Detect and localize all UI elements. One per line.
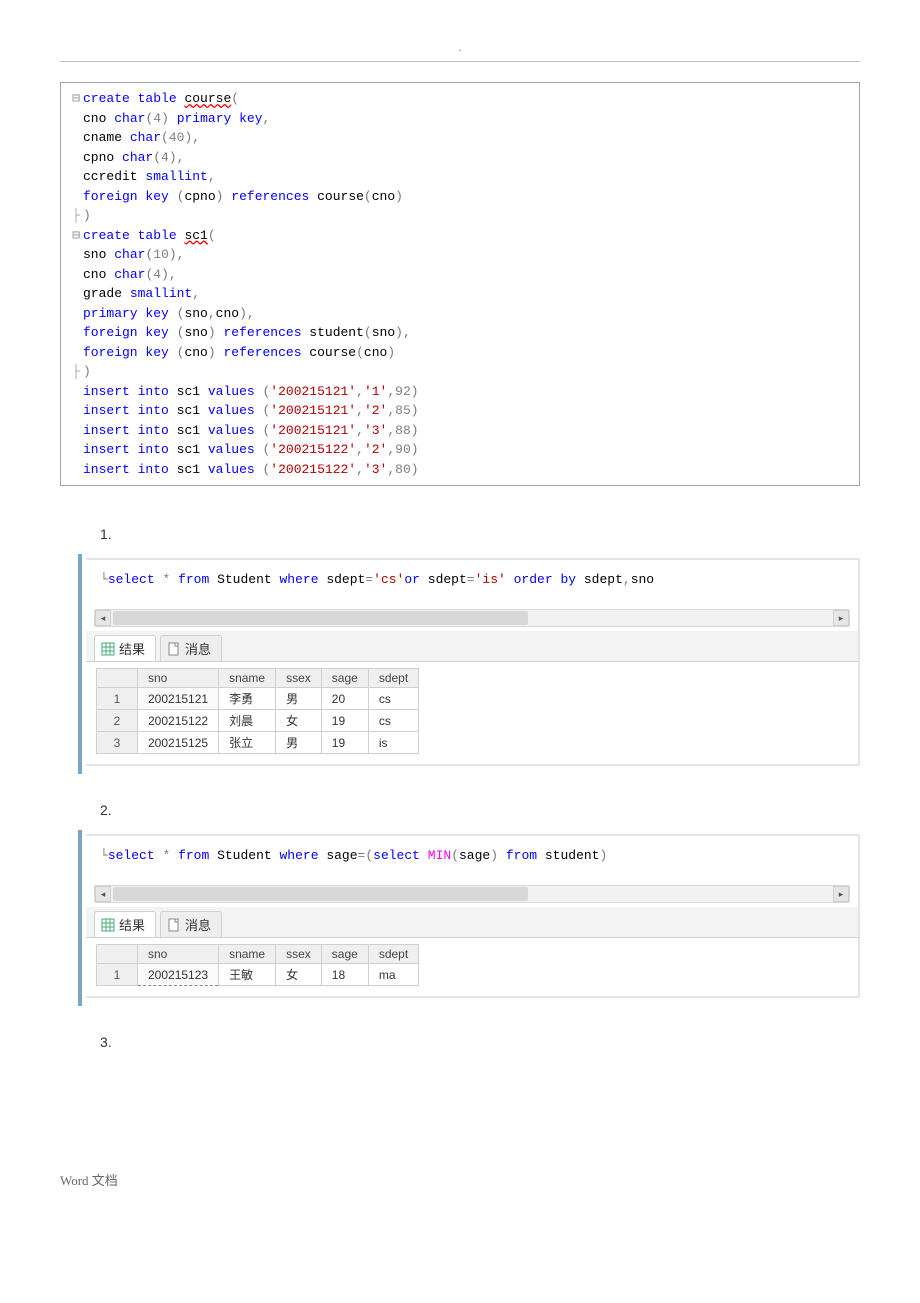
grid-cell[interactable]: 200215123 (138, 964, 219, 986)
grid-column-header[interactable]: sno (138, 669, 219, 688)
tab-results-label: 结果 (119, 639, 145, 658)
grid-cell[interactable]: 张立 (219, 732, 276, 754)
grid-corner (97, 669, 138, 688)
grid-cell[interactable]: 200215122 (138, 710, 219, 732)
grid-cell[interactable]: 18 (321, 964, 368, 986)
tab-messages-label: 消息 (185, 639, 211, 658)
section-label: 1. (100, 526, 860, 542)
grid-cell[interactable]: 女 (276, 710, 322, 732)
sql-editor-lines: ⊟create table course(cno char(4) primary… (69, 89, 851, 479)
horizontal-scrollbar[interactable]: ◂▸ (94, 885, 850, 903)
page-rule (60, 61, 860, 62)
grid-column-header[interactable]: ssex (276, 945, 322, 964)
row-number: 1 (97, 964, 138, 986)
grid-cell[interactable]: 20 (321, 688, 368, 710)
grid-cell[interactable]: 李勇 (219, 688, 276, 710)
grid-column-header[interactable]: sname (219, 945, 276, 964)
scroll-left-icon[interactable]: ◂ (95, 610, 111, 626)
tab-results[interactable]: 结果 (94, 635, 156, 661)
grid-cell[interactable]: 200215125 (138, 732, 219, 754)
grid-column-header[interactable]: sdept (368, 669, 418, 688)
grid-cell[interactable]: 男 (276, 688, 322, 710)
table-row[interactable]: 3200215125张立男19is (97, 732, 419, 754)
query-text: └select * from Student where sage=(selec… (86, 836, 858, 885)
grid-cell[interactable]: cs (368, 710, 418, 732)
table-row[interactable]: 1200215123王敏女18ma (97, 964, 419, 986)
grid-column-header[interactable]: sno (138, 945, 219, 964)
page-footer: Word 文档 (60, 1170, 860, 1189)
grid-cell[interactable]: ma (368, 964, 418, 986)
grid-cell[interactable]: 男 (276, 732, 322, 754)
row-number: 3 (97, 732, 138, 754)
scroll-right-icon[interactable]: ▸ (833, 886, 849, 902)
section-label-3: 3. (100, 1034, 860, 1050)
grid-icon (101, 642, 115, 656)
grid-cell[interactable]: 19 (321, 732, 368, 754)
tab-messages[interactable]: 消息 (160, 635, 222, 661)
grid-cell[interactable]: 女 (276, 964, 322, 986)
grid-column-header[interactable]: sdept (368, 945, 418, 964)
results-grid: snosnamessexsagesdept1200215123王敏女18ma (96, 944, 419, 986)
fold-gutter-icon: ├ (69, 206, 83, 226)
grid-column-header[interactable]: ssex (276, 669, 322, 688)
scroll-thumb[interactable] (113, 887, 528, 901)
horizontal-scrollbar[interactable]: ◂▸ (94, 609, 850, 627)
grid-cell[interactable]: cs (368, 688, 418, 710)
grid-column-header[interactable]: sage (321, 945, 368, 964)
fold-gutter-icon: ├ (69, 362, 83, 382)
scroll-thumb[interactable] (113, 611, 528, 625)
grid-cell[interactable]: 王敏 (219, 964, 276, 986)
fold-gutter-icon: ⊟ (69, 226, 83, 246)
query-text: └select * from Student where sdept='cs'o… (86, 560, 858, 609)
tab-results[interactable]: 结果 (94, 911, 156, 937)
tab-messages-label: 消息 (185, 915, 211, 934)
ssms-block: └select * from Student where sage=(selec… (78, 830, 860, 1006)
row-number: 2 (97, 710, 138, 732)
grid-cell[interactable]: 刘晨 (219, 710, 276, 732)
tab-results-label: 结果 (119, 915, 145, 934)
table-row[interactable]: 1200215121李勇男20cs (97, 688, 419, 710)
page-icon (167, 918, 181, 932)
fold-gutter-icon: ⊟ (69, 89, 83, 109)
scroll-right-icon[interactable]: ▸ (833, 610, 849, 626)
row-number: 1 (97, 688, 138, 710)
ssms-block: └select * from Student where sdept='cs'o… (78, 554, 860, 774)
table-row[interactable]: 2200215122刘晨女19cs (97, 710, 419, 732)
section-label: 2. (100, 802, 860, 818)
page-header-dot: . (60, 40, 860, 55)
results-grid: snosnamessexsagesdept1200215121李勇男20cs22… (96, 668, 419, 754)
grid-corner (97, 945, 138, 964)
sql-editor-block: ⊟create table course(cno char(4) primary… (60, 82, 860, 486)
grid-icon (101, 918, 115, 932)
scroll-left-icon[interactable]: ◂ (95, 886, 111, 902)
results-tab-bar: 结果 消息 (86, 907, 858, 938)
results-tab-bar: 结果 消息 (86, 631, 858, 662)
grid-column-header[interactable]: sname (219, 669, 276, 688)
tab-messages[interactable]: 消息 (160, 911, 222, 937)
grid-cell[interactable]: is (368, 732, 418, 754)
page-icon (167, 642, 181, 656)
grid-column-header[interactable]: sage (321, 669, 368, 688)
grid-cell[interactable]: 200215121 (138, 688, 219, 710)
grid-cell[interactable]: 19 (321, 710, 368, 732)
